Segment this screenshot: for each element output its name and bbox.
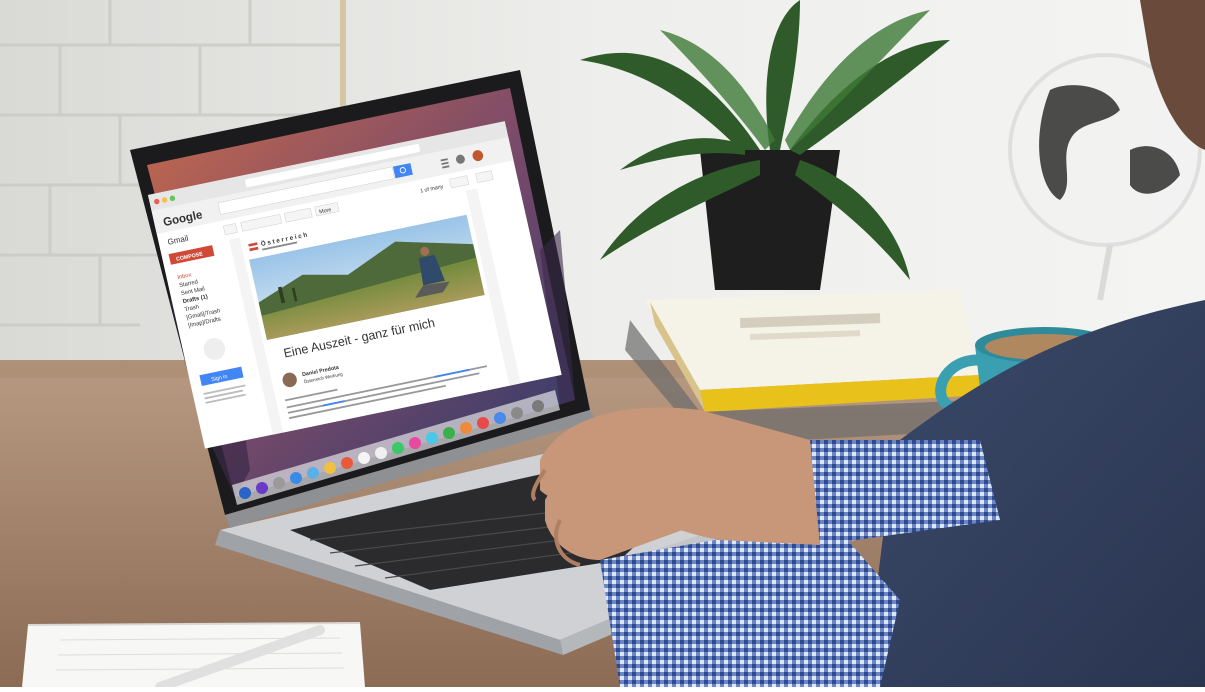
keynote-icon[interactable] [477,417,489,429]
calendar-icon[interactable] [341,457,353,469]
safari-icon[interactable] [290,472,302,484]
trash-icon[interactable] [532,400,544,412]
notebook [22,622,365,692]
appstore-icon[interactable] [494,412,506,424]
itunes-icon[interactable] [409,437,421,449]
photos-icon[interactable] [392,442,404,454]
siri-icon[interactable] [256,482,268,494]
maps-icon[interactable] [375,447,387,459]
facetime-icon[interactable] [443,427,455,439]
pages-icon[interactable] [460,422,472,434]
finder-icon[interactable] [239,487,251,499]
reminders-icon[interactable] [358,452,370,464]
mail-icon[interactable] [307,467,319,479]
photo-scene: Google Gmail More 1 of many COMPOSE Inbo… [0,0,1205,692]
notes-icon[interactable] [324,462,336,474]
messages-icon[interactable] [426,432,438,444]
launchpad-icon[interactable] [273,477,285,489]
settings-icon[interactable] [511,407,523,419]
